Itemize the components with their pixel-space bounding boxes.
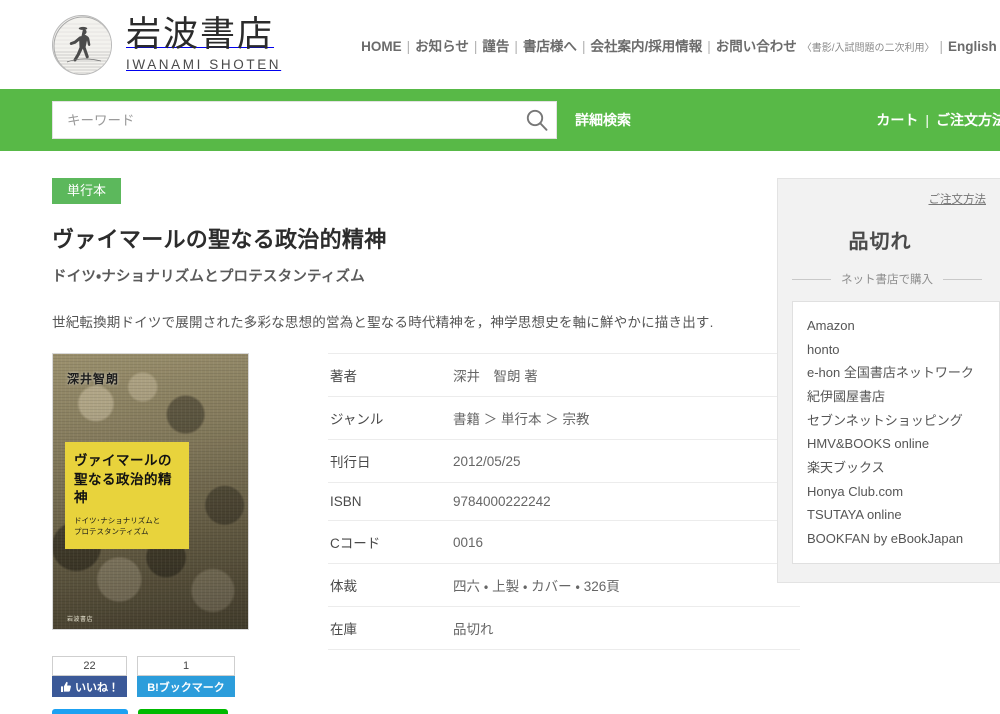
- site-header: 岩波書店 IWANAMI SHOTEN HOME | お知らせ | 謹告 | 書…: [0, 0, 1000, 89]
- nav-item-home[interactable]: HOME: [361, 39, 402, 54]
- detail-label-author: 著者: [328, 354, 453, 397]
- thumbs-up-icon: [60, 681, 72, 693]
- cover-subtitle-line2: プロテスタンティズム: [74, 526, 180, 537]
- status-badge: 品切れ: [778, 225, 1000, 254]
- detail-value-author: 深井 智朗 著: [453, 354, 800, 397]
- cover-subtitle-line1: ドイツ･ナショナリズムと: [74, 515, 180, 526]
- nav-item-for-bookstores[interactable]: 書店様へ: [523, 35, 577, 55]
- table-row: 在庫 品切れ: [328, 607, 800, 650]
- advanced-search-link[interactable]: 詳細検索: [575, 110, 631, 130]
- book-description: 世紀転換期ドイツで展開された多彩な思想的営為と聖なる時代精神を，神学思想史を軸に…: [52, 311, 777, 331]
- sidebar-order-method-link[interactable]: ご注文方法: [778, 191, 1000, 207]
- sidebar: ご注文方法 品切れ ネット書店で購入 Amazon honto e-hon 全国…: [777, 178, 1000, 714]
- nav-separator: |: [469, 39, 483, 54]
- detail-value-pubdate: 2012/05/25: [453, 440, 800, 483]
- cover-imprint-text: 岩波書店: [67, 614, 93, 623]
- store-link-sevennet[interactable]: セブンネットショッピング: [807, 409, 999, 433]
- hatena-bookmark-label-wrap[interactable]: B!ブックマーク: [137, 676, 235, 697]
- cover-title-panel: ヴァイマールの 聖なる政治的精神 ドイツ･ナショナリズムと プロテスタンティズム: [65, 442, 189, 549]
- line-share-button[interactable]: LINEで送る: [138, 709, 228, 714]
- detail-value-ccode: 0016: [453, 521, 800, 564]
- order-box: ご注文方法 品切れ ネット書店で購入 Amazon honto e-hon 全国…: [777, 178, 1000, 583]
- search-bar: 詳細検索 カート | ご注文方法: [0, 89, 1000, 151]
- book-details-table: 著者 深井 智朗 著 ジャンル 書籍 ＞ 単行本 ＞ 宗教 刊行日 2012/0…: [328, 353, 800, 650]
- detail-label-format: 体裁: [328, 564, 453, 607]
- nav-item-english[interactable]: English: [948, 39, 997, 54]
- site-logo[interactable]: 岩波書店 IWANAMI SHOTEN: [52, 15, 281, 75]
- logo-wordmark: 岩波書店 IWANAMI SHOTEN: [126, 18, 281, 72]
- nav-separator: |: [702, 39, 716, 54]
- detail-label-stock: 在庫: [328, 607, 453, 650]
- store-link-honto[interactable]: honto: [807, 338, 999, 362]
- nav-item-company-recruit[interactable]: 会社案内/採用情報: [590, 35, 702, 55]
- page-body: 単行本 ヴァイマールの聖なる政治的精神 ドイツ・ナショナリズムとプロテスタンティ…: [0, 151, 1000, 714]
- book-subtitle: ドイツ・ナショナリズムとプロテスタンティズム: [52, 265, 777, 286]
- detail-value-isbn: 9784000222242: [453, 483, 800, 521]
- table-row: Cコード 0016: [328, 521, 800, 564]
- detail-label-isbn: ISBN: [328, 483, 453, 521]
- details-column: 著者 深井 智朗 著 ジャンル 書籍 ＞ 単行本 ＞ 宗教 刊行日 2012/0…: [252, 353, 800, 714]
- store-link-ehon[interactable]: e-hon 全国書店ネットワーク: [807, 361, 999, 385]
- nav-item-notice[interactable]: 謹告: [482, 35, 509, 55]
- online-stores-divider: ネット書店で購入: [792, 271, 986, 287]
- table-row: ジャンル 書籍 ＞ 単行本 ＞ 宗教: [328, 397, 800, 440]
- nav-item-news[interactable]: お知らせ: [415, 35, 469, 55]
- detail-value-stock: 品切れ: [453, 607, 800, 650]
- search-field-wrapper[interactable]: [52, 101, 557, 139]
- logo-title-en: IWANAMI SHOTEN: [126, 58, 281, 72]
- cover-author-text: 深井智朗: [67, 370, 119, 387]
- table-row: 刊行日 2012/05/25: [328, 440, 800, 483]
- facebook-like-count: 22: [52, 656, 127, 676]
- book-cover-image[interactable]: 深井智朗 ヴァイマールの 聖なる政治的精神 ドイツ･ナショナリズムと プロテスタ…: [52, 353, 249, 630]
- online-store-list: Amazon honto e-hon 全国書店ネットワーク 紀伊國屋書店 セブン…: [792, 301, 1000, 564]
- book-content-row: 深井智朗 ヴァイマールの 聖なる政治的精神 ドイツ･ナショナリズムと プロテスタ…: [52, 353, 777, 714]
- detail-value-genre[interactable]: 書籍 ＞ 単行本 ＞ 宗教: [453, 397, 800, 440]
- cover-column: 深井智朗 ヴァイマールの 聖なる政治的精神 ドイツ･ナショナリズムと プロテスタ…: [52, 353, 252, 714]
- nav-item-contact-note: 〈書影/入試問題の二次利用〉: [802, 39, 935, 54]
- table-row: 体裁 四六 ・ 上製 ・ カバー ・ 326頁: [328, 564, 800, 607]
- facebook-like-label: いいね！: [75, 679, 119, 695]
- table-row: 著者 深井 智朗 著: [328, 354, 800, 397]
- logo-title-jp: 岩波書店: [126, 15, 274, 55]
- detail-label-pubdate: 刊行日: [328, 440, 453, 483]
- store-link-honyaclub[interactable]: Honya Club.com: [807, 480, 999, 504]
- store-link-bookfan[interactable]: BOOKFAN by eBookJapan: [807, 527, 999, 551]
- nav-separator: |: [935, 39, 949, 54]
- sower-logo-icon: [52, 15, 112, 75]
- facebook-like-button[interactable]: 22 いいね！: [52, 656, 127, 697]
- cart-separator: |: [918, 112, 936, 128]
- main-column: 単行本 ヴァイマールの聖なる政治的精神 ドイツ・ナショナリズムとプロテスタンティ…: [0, 178, 777, 714]
- order-method-link[interactable]: ご注文方法: [936, 110, 1000, 130]
- search-icon[interactable]: [524, 107, 550, 133]
- detail-label-ccode: Cコード: [328, 521, 453, 564]
- nav-separator: |: [509, 39, 523, 54]
- search-input[interactable]: [67, 113, 524, 128]
- detail-label-genre: ジャンル: [328, 397, 453, 440]
- table-row: ISBN 9784000222242: [328, 483, 800, 521]
- store-link-hmvbooks[interactable]: HMV&BOOKS online: [807, 432, 999, 456]
- page-title: ヴァイマールの聖なる政治的精神: [52, 222, 777, 254]
- store-link-tsutaya[interactable]: TSUTAYA online: [807, 503, 999, 527]
- facebook-like-label-wrap[interactable]: いいね！: [52, 676, 127, 697]
- cart-area: カート | ご注文方法: [876, 110, 1000, 130]
- book-format-badge[interactable]: 単行本: [52, 178, 121, 204]
- cover-title-line2: 聖なる政治的精神: [74, 471, 180, 507]
- nav-item-contact[interactable]: お問い合わせ: [716, 35, 797, 55]
- nav-separator: |: [402, 39, 416, 54]
- twitter-share-button[interactable]: ツイート: [52, 709, 128, 714]
- cover-title-line1: ヴァイマールの: [74, 452, 180, 470]
- hatena-bookmark-label: B!ブックマーク: [147, 679, 225, 695]
- store-link-kinokuniya[interactable]: 紀伊國屋書店: [807, 385, 999, 409]
- nav-separator: |: [577, 39, 591, 54]
- share-row-links: ツイート: [52, 709, 252, 714]
- hatena-bookmark-count: 1: [137, 656, 235, 676]
- hatena-bookmark-button[interactable]: 1 B!ブックマーク: [137, 656, 235, 697]
- store-link-rakuten[interactable]: 楽天ブックス: [807, 456, 999, 480]
- cart-link[interactable]: カート: [876, 110, 918, 130]
- share-buttons-area: 22 いいね！ 1: [52, 656, 252, 714]
- store-link-amazon[interactable]: Amazon: [807, 314, 999, 338]
- top-navigation: HOME | お知らせ | 謹告 | 書店様へ | 会社案内/採用情報 | お問…: [361, 35, 997, 55]
- share-row-counts: 22 いいね！ 1: [52, 656, 252, 697]
- detail-value-format: 四六 ・ 上製 ・ カバー ・ 326頁: [453, 564, 800, 607]
